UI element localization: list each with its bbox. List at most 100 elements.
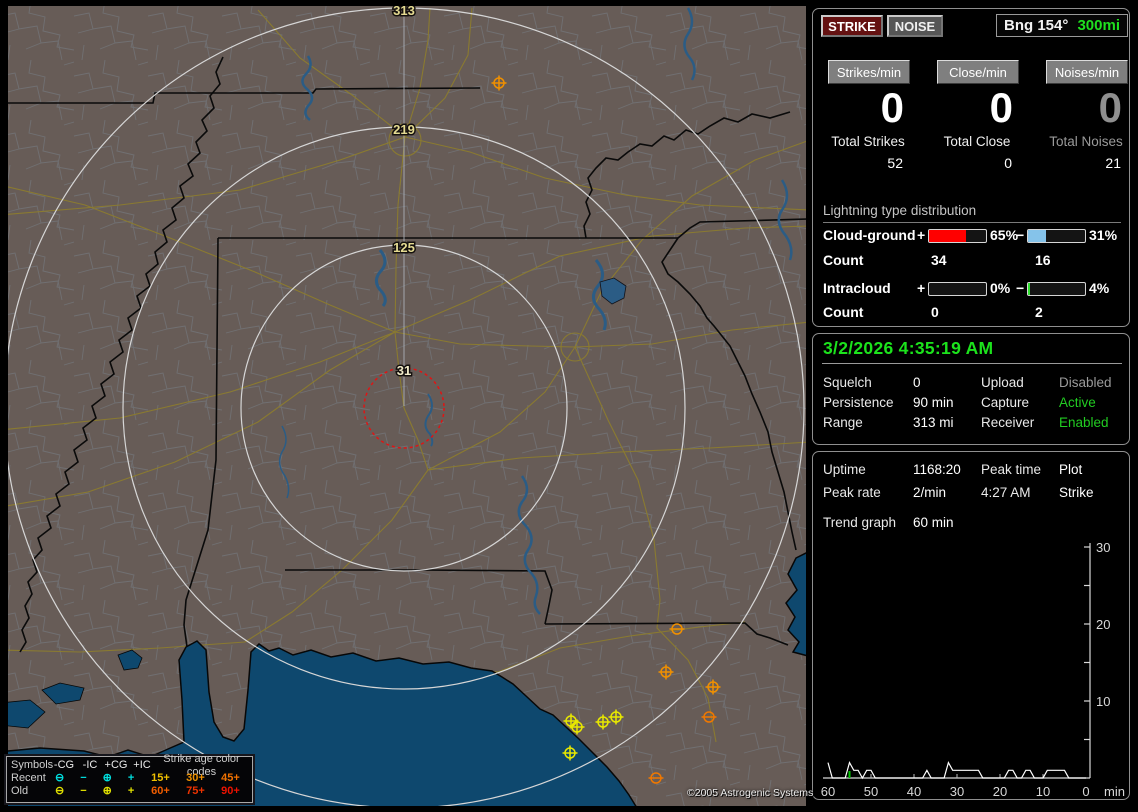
plus-sign: + [917,280,926,296]
svg-text:10: 10 [1036,784,1050,798]
old-ncg-icon: ⊖ [54,785,65,797]
recent-ncg-icon: ⊖ [54,772,65,784]
close-per-min-label[interactable]: Close/min [937,60,1019,84]
peak-time-label: Peak time [981,462,1042,477]
peak-rate-row: Peak rate 2/min 4:27 AM Strike [813,485,1131,503]
legend-row-recent-label: Recent [11,772,46,784]
age-75: 75+ [186,785,205,797]
recent-pcg-icon: ⊕ [102,772,112,784]
status-box: 3/2/2026 4:35:19 AM Squelch 0 Upload Dis… [812,333,1130,445]
cloud-ground-label: Cloud-ground [823,227,916,243]
copyright-text: ©2005 Astrogenic Systems [687,787,814,799]
persistence-value: 90 min [913,395,954,410]
cg-positive-count: 34 [931,252,947,268]
legend-header-nic: -IC [82,759,98,771]
total-strikes-label: Total Strikes [831,134,905,149]
persistence-label: Persistence [823,395,894,410]
upload-status: Disabled [1059,375,1112,390]
map-symbol-legend: Symbols -CG -IC +CG +IC Strike age color… [6,753,253,803]
svg-text:20: 20 [993,784,1007,798]
uptime-value: 1168:20 [913,462,961,477]
total-noises-label: Total Noises [1049,134,1123,149]
cg-count-label: Count [823,252,864,268]
legend-header-ncg: -CG [53,759,75,771]
svg-text:40: 40 [907,784,921,798]
distribution-section-title: Lightning type distribution [823,203,1121,223]
trend-graph-row: Trend graph 60 min [813,515,1131,533]
close-per-min-value: 0 [989,84,1013,131]
svg-text:30: 30 [1096,540,1110,555]
receiver-status: Enabled [1059,415,1109,430]
ic-count-label: Count [823,304,864,320]
uptime-label: Uptime [823,462,866,477]
intracloud-row: Intracloud + 0% − 4% [813,280,1131,297]
cloud-ground-row: Cloud-ground + 65% − 31% [813,227,1131,244]
trend-chart: 10 20 30 60 50 40 30 20 10 0 min [821,540,1125,798]
trend-graph-window: 60 min [913,515,954,530]
plot-label: Plot [1059,462,1083,477]
squelch-row: Squelch 0 Upload Disabled [813,375,1131,393]
strikes-per-min-value: 0 [880,84,904,131]
age-60: 60+ [151,785,170,797]
recent-nic-icon: − [80,772,87,784]
squelch-value: 0 [913,375,921,390]
range-value-mi: 313 mi [913,415,954,430]
legend-row-old-label: Old [11,785,29,797]
svg-text:20: 20 [1096,617,1110,632]
svg-text:125: 125 [393,240,415,255]
old-pic-icon: + [127,785,135,797]
lightning-map[interactable]: 313 219 125 31 [0,2,813,812]
svg-text:31: 31 [397,363,411,378]
ic-negative-count: 2 [1035,304,1043,320]
uptime-row: Uptime 1168:20 Peak time Plot [813,462,1131,480]
ic-positive-pct: 0% [990,280,1011,296]
old-pcg-icon: ⊕ [102,785,112,797]
strikes-per-min-label[interactable]: Strikes/min [828,60,910,84]
age-45: 45+ [221,772,240,784]
svg-text:30: 30 [950,784,964,798]
range-label: Range [823,415,863,430]
minus-sign: − [1016,227,1025,243]
cg-negative-pct: 31% [1089,227,1118,243]
recent-pic-icon: + [127,772,135,784]
svg-text:219: 219 [393,122,415,137]
svg-text:50: 50 [864,784,878,798]
legend-header-pcg: +CG [104,759,128,771]
age-30: 30+ [186,772,205,784]
svg-text:min: min [1104,784,1125,798]
cg-positive-pct: 65% [990,227,1019,243]
cg-negative-count: 16 [1035,252,1051,268]
range-value: 300mi [1077,17,1120,34]
cg-negative-bar [1027,229,1086,243]
total-noises-value: 21 [1105,155,1121,171]
total-close-label: Total Close [943,134,1011,149]
ic-positive-bar [928,282,987,296]
peak-rate-label: Peak rate [823,485,881,500]
noises-per-min-value: 0 [1098,84,1122,131]
persistence-row: Persistence 90 min Capture Active [813,395,1131,413]
minus-sign: − [1016,280,1025,296]
datetime-display: 3/2/2026 4:35:19 AM [823,338,994,358]
strike-counters-box: STRIKE NOISE Bng 154° 300mi Strikes/min … [812,8,1130,327]
bearing-value: Bng 154° [1004,17,1069,34]
ic-negative-bar [1027,282,1086,296]
intracloud-label: Intracloud [823,280,891,296]
noises-per-min-label[interactable]: Noises/min [1046,60,1128,84]
ic-positive-count: 0 [931,304,939,320]
range-row: Range 313 mi Receiver Enabled [813,415,1131,433]
strike-mode-button[interactable]: STRIKE [821,15,883,37]
app-window: 313 219 125 31 Symbols -CG -IC +CG +IC Stri… [0,0,1138,812]
plus-sign: + [917,227,926,243]
legend-title-symbols: Symbols [11,759,54,771]
peak-time-value: 4:27 AM [981,485,1031,500]
peak-rate-value: 2/min [913,485,947,500]
cg-positive-bar [928,229,987,243]
age-90: 90+ [221,785,240,797]
old-nic-icon: − [80,785,87,797]
capture-label: Capture [981,395,1030,410]
receiver-label: Receiver [981,415,1035,430]
plot-mode-value: Strike [1059,485,1094,500]
noise-mode-button[interactable]: NOISE [887,15,943,37]
total-strikes-value: 52 [887,155,903,171]
ic-negative-pct: 4% [1089,280,1110,296]
